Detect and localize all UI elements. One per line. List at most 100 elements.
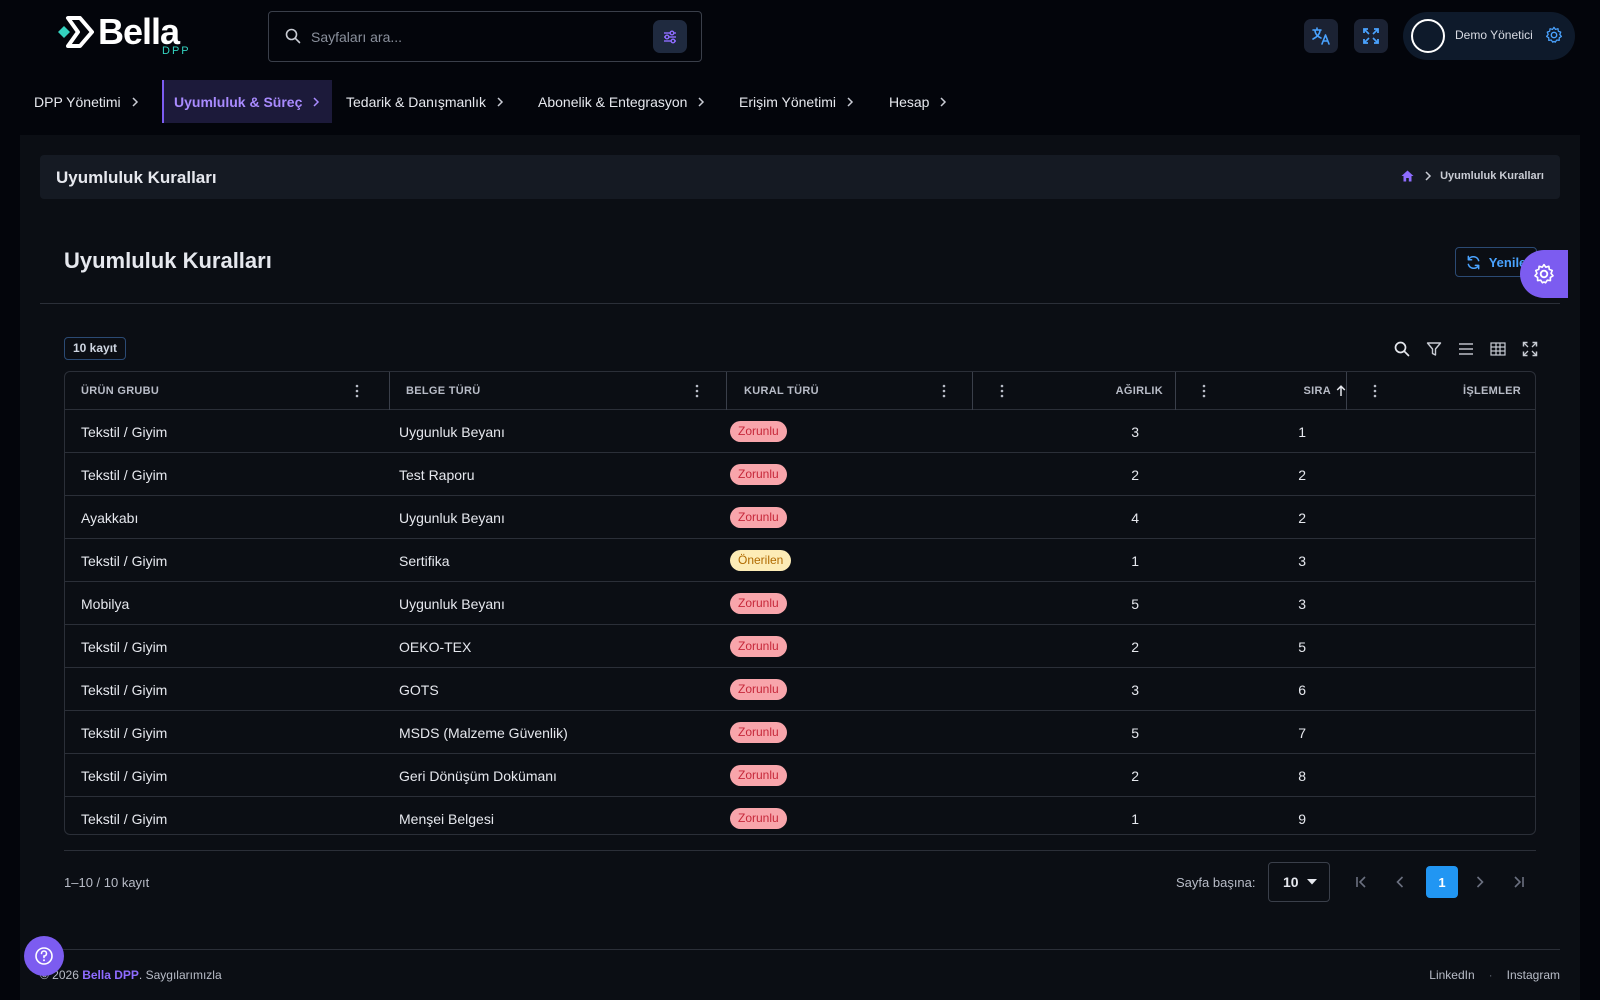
nav-item-abonelik-entegrasyon[interactable]: Abonelik & Entegrasyon	[538, 80, 705, 123]
nav-item-uyumluluk-surec[interactable]: Uyumluluk & Süreç	[162, 80, 333, 123]
cell-urun-grubu: Tekstil / Giyim	[81, 711, 381, 754]
page-title: Uyumluluk Kuralları	[64, 248, 272, 273]
cell-agirlik-text: 2	[1131, 466, 1139, 483]
cell-kural-turu: Zorunlu	[730, 453, 960, 496]
status-badge: Zorunlu	[730, 679, 787, 700]
table-search-button[interactable]	[1386, 339, 1418, 359]
search-filter-button[interactable]	[653, 20, 687, 53]
footer-brand-link[interactable]: Bella DPP	[82, 968, 139, 982]
status-badge: Zorunlu	[730, 507, 787, 528]
column-header-sira[interactable]: SIRA	[1245, 372, 1346, 410]
cell-urun-grubu: Tekstil / Giyim	[81, 453, 381, 496]
app-logo[interactable]: Bella DPP	[54, 12, 204, 57]
search-input[interactable]	[311, 12, 641, 61]
status-badge: Zorunlu	[730, 808, 787, 829]
cell-sira: 5	[1205, 625, 1306, 668]
cell-sira-text: 5	[1298, 638, 1306, 655]
table-fullscreen-button[interactable]	[1514, 339, 1546, 359]
previous-page-button[interactable]	[1384, 866, 1416, 898]
cell-sira: 3	[1205, 539, 1306, 582]
footer-copyright: © 2026 Bella DPP. Saygılarımızla	[40, 968, 222, 982]
table-row[interactable]: Tekstil / Giyim Uygunluk Beyanı Zorunlu 3 1	[65, 410, 1535, 453]
cell-agirlik-text: 5	[1131, 595, 1139, 612]
footer-separator: ·	[1488, 968, 1493, 982]
cell-sira: 3	[1205, 582, 1306, 625]
cell-kural-turu: Zorunlu	[730, 582, 960, 625]
theme-settings-button[interactable]	[1520, 250, 1568, 298]
table-row[interactable]: Tekstil / Giyim Test Raporu Zorunlu 2 2	[65, 453, 1535, 496]
breadcrumb: Uyumluluk Kuralları	[1401, 170, 1544, 182]
table-row[interactable]: Tekstil / Giyim MSDS (Malzeme Güvenlik) Zo…	[65, 711, 1535, 754]
sort-ascending-icon[interactable]	[1336, 385, 1346, 397]
cell-kural-turu: Zorunlu	[730, 496, 960, 539]
next-page-button[interactable]	[1464, 866, 1496, 898]
cell-urun-grubu-text: Tekstil / Giyim	[81, 681, 168, 698]
table-row[interactable]: Mobilya Uygunluk Beyanı Zorunlu 5 3	[65, 582, 1535, 625]
column-menu-icon[interactable]	[1000, 384, 1004, 398]
table-row[interactable]: Tekstil / Giyim OEKO-TEX Zorunlu 2 5	[65, 625, 1535, 668]
cell-sira-text: 9	[1298, 810, 1306, 827]
divider	[40, 303, 1560, 304]
status-badge: Zorunlu	[730, 636, 787, 657]
cell-belge-turu-text: Geri Dönüşüm Dokümanı	[399, 767, 557, 784]
content-panel: Uyumluluk Kuralları Uyumluluk Kuralları …	[20, 135, 1580, 1000]
cell-islemler	[1355, 668, 1521, 711]
nav-item-hesap[interactable]: Hesap	[889, 80, 947, 123]
status-badge: Önerilen	[730, 550, 792, 571]
footer-link-linkedin[interactable]: LinkedIn	[1429, 968, 1474, 982]
nav-item-tedarik-danismanlik[interactable]: Tedarik & Danışmanlık	[346, 80, 504, 123]
per-page-select[interactable]: 10	[1268, 862, 1330, 902]
avatar[interactable]	[1411, 19, 1445, 53]
cell-sira: 6	[1205, 668, 1306, 711]
table-row[interactable]: Tekstil / Giyim Sertifika Önerilen 1 3	[65, 539, 1535, 582]
column-menu-icon[interactable]	[1202, 384, 1206, 398]
column-menu-icon[interactable]	[355, 384, 359, 398]
column-header-kural-turu[interactable]: KURAL TÜRÜ	[744, 372, 819, 410]
table-row[interactable]: Tekstil / Giyim GOTS Zorunlu 3 6	[65, 668, 1535, 711]
nav-item-erisim-yonetimi[interactable]: Erişim Yönetimi	[739, 80, 854, 123]
header-bar-title: Uyumluluk Kuralları	[56, 168, 217, 187]
column-divider[interactable]	[726, 372, 727, 410]
record-count-badge: 10 kayıt	[64, 337, 127, 360]
user-name: Demo Yönetici	[1455, 28, 1533, 42]
user-menu[interactable]: Demo Yönetici	[1403, 12, 1575, 60]
page-button-current[interactable]: 1	[1426, 866, 1458, 898]
cell-kural-turu: Zorunlu	[730, 410, 960, 453]
column-divider[interactable]	[1346, 372, 1347, 410]
column-header-belge-turu[interactable]: BELGE TÜRÜ	[406, 372, 481, 410]
table-row[interactable]: Tekstil / Giyim Menşei Belgesi Zorunlu 1 9	[65, 797, 1535, 834]
cell-urun-grubu: Ayakkabı	[81, 496, 381, 539]
table-filter-button[interactable]	[1418, 339, 1450, 359]
search-box	[268, 11, 702, 62]
fullscreen-button[interactable]	[1354, 19, 1388, 53]
language-button[interactable]	[1304, 19, 1338, 53]
cell-belge-turu: Test Raporu	[399, 453, 719, 496]
cell-urun-grubu-text: Tekstil / Giyim	[81, 810, 168, 827]
column-header-islemler[interactable]: İŞLEMLER	[1405, 372, 1521, 410]
column-divider[interactable]	[389, 372, 390, 410]
table-row[interactable]: Ayakkabı Uygunluk Beyanı Zorunlu 4 2	[65, 496, 1535, 539]
gear-icon[interactable]	[1545, 26, 1563, 44]
table-columns-button[interactable]	[1482, 339, 1514, 359]
column-header-urun-grubu[interactable]: ÜRÜN GRUBU	[81, 372, 159, 410]
table-row[interactable]: Tekstil / Giyim Geri Dönüşüm Dokümanı Zoru…	[65, 754, 1535, 797]
column-menu-icon[interactable]	[942, 384, 946, 398]
help-button[interactable]	[24, 936, 64, 976]
nav-item-dpp-yonetimi[interactable]: DPP Yönetimi	[34, 80, 139, 123]
column-menu-icon[interactable]	[695, 384, 699, 398]
home-icon[interactable]	[1401, 170, 1414, 182]
cell-belge-turu-text: Uygunluk Beyanı	[399, 595, 505, 612]
column-divider[interactable]	[972, 372, 973, 410]
cell-urun-grubu: Tekstil / Giyim	[81, 797, 381, 834]
per-page-label: Sayfa başına:	[1176, 875, 1256, 890]
footer-link-instagram[interactable]: Instagram	[1507, 968, 1560, 982]
first-page-button[interactable]	[1346, 866, 1378, 898]
search-icon	[285, 28, 301, 44]
table-density-button[interactable]	[1450, 339, 1482, 359]
column-divider[interactable]	[1175, 372, 1176, 410]
column-header-agirlik[interactable]: AĞIRLIK	[1065, 372, 1163, 410]
cell-agirlik: 2	[1025, 754, 1139, 797]
column-menu-icon[interactable]	[1373, 384, 1377, 398]
last-page-button[interactable]	[1502, 866, 1534, 898]
sliders-icon	[664, 30, 676, 43]
